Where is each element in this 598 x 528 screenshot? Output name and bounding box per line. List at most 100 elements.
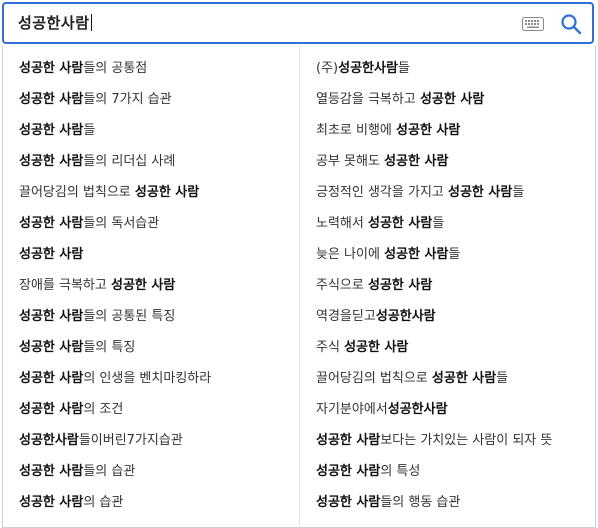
suggestion-text: 끌어당김의 법칙으로 (316, 371, 432, 386)
suggestion-text: 역경을딛고 (316, 309, 376, 324)
suggestion-text: 주식 (316, 340, 345, 355)
suggestion-match-text: 성공한사람 (375, 309, 436, 324)
suggestion-match-text: 성공한 사람 (384, 154, 449, 169)
suggestion-match-text: 성공한 사람 (367, 278, 433, 293)
suggestion-match-text: 성공한 사람 (19, 123, 84, 138)
suggestion-text: 들 (448, 247, 461, 262)
suggestion-item[interactable]: 주식 성공한 사람 (316, 334, 594, 365)
suggestion-text: 들 (397, 61, 410, 76)
suggestion-item[interactable]: 끌어당김의 법칙으로 성공한 사람 (19, 179, 297, 210)
suggestion-dropdown: 성공한 사람들의 공통점 성공한 사람들의 7가지 습관 성공한 사람들 성공한 사람… (2, 46, 596, 528)
suggestion-text: 들의 공통된 특징 (83, 309, 176, 324)
suggestion-item[interactable]: 공부 못해도 성공한 사람 (316, 148, 594, 179)
suggestion-item[interactable]: 주식으로 성공한 사람 (316, 272, 594, 303)
keyboard-icon[interactable] (522, 17, 544, 31)
suggestion-match-text: 성공한 사람 (19, 495, 84, 510)
suggestion-match-text: 성공한 사람 (367, 216, 433, 231)
suggestion-column-right: (주)성공한사람들 열등감을 극복하고 성공한 사람 최초로 비행에 성공한 사람 공… (316, 55, 594, 520)
suggestion-match-text: 성공한 사람 (134, 185, 200, 200)
suggestion-text: 끌어당김의 법칙으로 (19, 185, 135, 200)
suggestion-match-text: 성공한 사람 (19, 154, 84, 169)
suggestion-item[interactable]: 성공한 사람들의 행동 습관 (316, 489, 594, 520)
suggestion-item[interactable]: 성공한 사람 (19, 241, 297, 272)
suggestion-text: 자기분야에서 (316, 402, 388, 417)
suggestion-text: 들의 공통점 (83, 61, 148, 76)
suggestion-item[interactable]: (주)성공한사람들 (316, 55, 594, 86)
suggestion-text: 노력해서 (316, 216, 368, 231)
suggestion-text: 공부 못해도 (316, 154, 385, 169)
suggestion-item[interactable]: 열등감을 극복하고 성공한 사람 (316, 86, 594, 117)
suggestion-match-text: 성공한 사람 (19, 216, 84, 231)
suggestion-item[interactable]: 성공한 사람들의 습관 (19, 458, 297, 489)
search-box[interactable]: 성공한사람 (2, 2, 594, 44)
suggestion-text: 들의 습관 (83, 464, 136, 479)
suggestion-item[interactable]: 성공한 사람보다는 가치있는 사람이 되자 뜻 (316, 427, 594, 458)
suggestion-match-text: 성공한 사람 (384, 247, 449, 262)
suggestion-match-text: 성공한 사람 (316, 464, 381, 479)
suggestion-text: 의 조건 (83, 402, 124, 417)
suggestion-text: 들의 리더십 사례 (83, 154, 176, 169)
suggestion-text: 주식으로 (316, 278, 368, 293)
suggestion-match-text: 성공한사람 (338, 61, 398, 76)
suggestion-match-text: 성공한 사람 (19, 247, 84, 262)
suggestion-text: 들 (512, 185, 525, 200)
text-caret (90, 14, 92, 31)
suggestion-text: 의 습관 (83, 495, 124, 510)
search-icon[interactable] (560, 13, 582, 35)
suggestion-text: 들의 독서습관 (83, 216, 160, 231)
suggestion-item[interactable]: 성공한 사람들의 독서습관 (19, 210, 297, 241)
suggestion-item[interactable]: 성공한사람들이버린7가지습관 (19, 427, 297, 458)
suggestion-text: 장애를 극복하고 (19, 278, 111, 293)
suggestion-item[interactable]: 자기분야에서성공한사람 (316, 396, 594, 427)
suggestion-match-text: 성공한사람 (387, 402, 448, 417)
suggestion-item[interactable]: 역경을딛고성공한사람 (316, 303, 594, 334)
suggestion-item[interactable]: 끌어당김의 법칙으로 성공한 사람들 (316, 365, 594, 396)
suggestion-match-text: 성공한 사람 (19, 371, 84, 386)
suggestion-text: 들 (496, 371, 509, 386)
search-input[interactable]: 성공한사람 (18, 12, 92, 33)
suggestion-text: 들 (432, 216, 445, 231)
suggestion-match-text: 성공한 사람 (448, 185, 513, 200)
suggestion-text: 들의 행동 습관 (380, 495, 461, 510)
suggestion-match-text: 성공한 사람 (19, 92, 84, 107)
suggestion-text: 보다는 가치있는 사람이 되자 뜻 (380, 433, 553, 448)
suggestion-text: 들 (83, 123, 96, 138)
suggestion-text: 의 인생을 벤치마킹하라 (83, 371, 212, 386)
suggestion-text: 들의 특징 (83, 340, 136, 355)
suggestion-match-text: 성공한 사람 (19, 309, 84, 324)
suggestion-item[interactable]: 성공한 사람들의 리더십 사례 (19, 148, 297, 179)
suggestion-item[interactable]: 최초로 비행에 성공한 사람 (316, 117, 594, 148)
suggestion-match-text: 성공한사람 (19, 433, 79, 448)
suggestion-match-text: 성공한 사람 (396, 123, 461, 138)
column-divider (299, 46, 300, 528)
suggestion-text: 열등감을 극복하고 (316, 92, 420, 107)
suggestion-item[interactable]: 성공한 사람들의 공통된 특징 (19, 303, 297, 334)
suggestion-item[interactable]: 장애를 극복하고 성공한 사람 (19, 272, 297, 303)
suggestion-match-text: 성공한 사람 (419, 92, 485, 107)
suggestion-item[interactable]: 성공한 사람들의 7가지 습관 (19, 86, 297, 117)
suggestion-text: 긍정적인 생각을 가지고 (316, 185, 448, 200)
suggestion-item[interactable]: 성공한 사람의 특성 (316, 458, 594, 489)
suggestion-text: 들의 7가지 습관 (83, 92, 172, 107)
suggestion-text: 의 특성 (380, 464, 421, 479)
suggestion-match-text: 성공한 사람 (316, 495, 381, 510)
suggestion-match-text: 성공한 사람 (19, 340, 84, 355)
suggestion-match-text: 성공한 사람 (431, 371, 497, 386)
suggestion-match-text: 성공한 사람 (19, 402, 84, 417)
suggestion-match-text: 성공한 사람 (111, 278, 176, 293)
suggestion-item[interactable]: 성공한 사람들의 공통점 (19, 55, 297, 86)
suggestion-item[interactable]: 긍정적인 생각을 가지고 성공한 사람들 (316, 179, 594, 210)
suggestion-column-left: 성공한 사람들의 공통점 성공한 사람들의 7가지 습관 성공한 사람들 성공한 사람… (19, 55, 297, 520)
suggestion-item[interactable]: 늦은 나이에 성공한 사람들 (316, 241, 594, 272)
suggestion-item[interactable]: 성공한 사람들의 특징 (19, 334, 297, 365)
suggestion-text: 최초로 비행에 (316, 123, 397, 138)
suggestion-item[interactable]: 성공한 사람의 조건 (19, 396, 297, 427)
suggestion-item[interactable]: 성공한 사람들 (19, 117, 297, 148)
suggestion-match-text: 성공한 사람 (344, 340, 409, 355)
suggestion-item[interactable]: 성공한 사람의 인생을 벤치마킹하라 (19, 365, 297, 396)
suggestion-text: (주) (316, 61, 339, 76)
suggestion-item[interactable]: 성공한 사람의 습관 (19, 489, 297, 520)
suggestion-text: 들이버린7가지습관 (78, 433, 183, 448)
suggestion-item[interactable]: 노력해서 성공한 사람들 (316, 210, 594, 241)
suggestion-match-text: 성공한 사람 (19, 464, 84, 479)
